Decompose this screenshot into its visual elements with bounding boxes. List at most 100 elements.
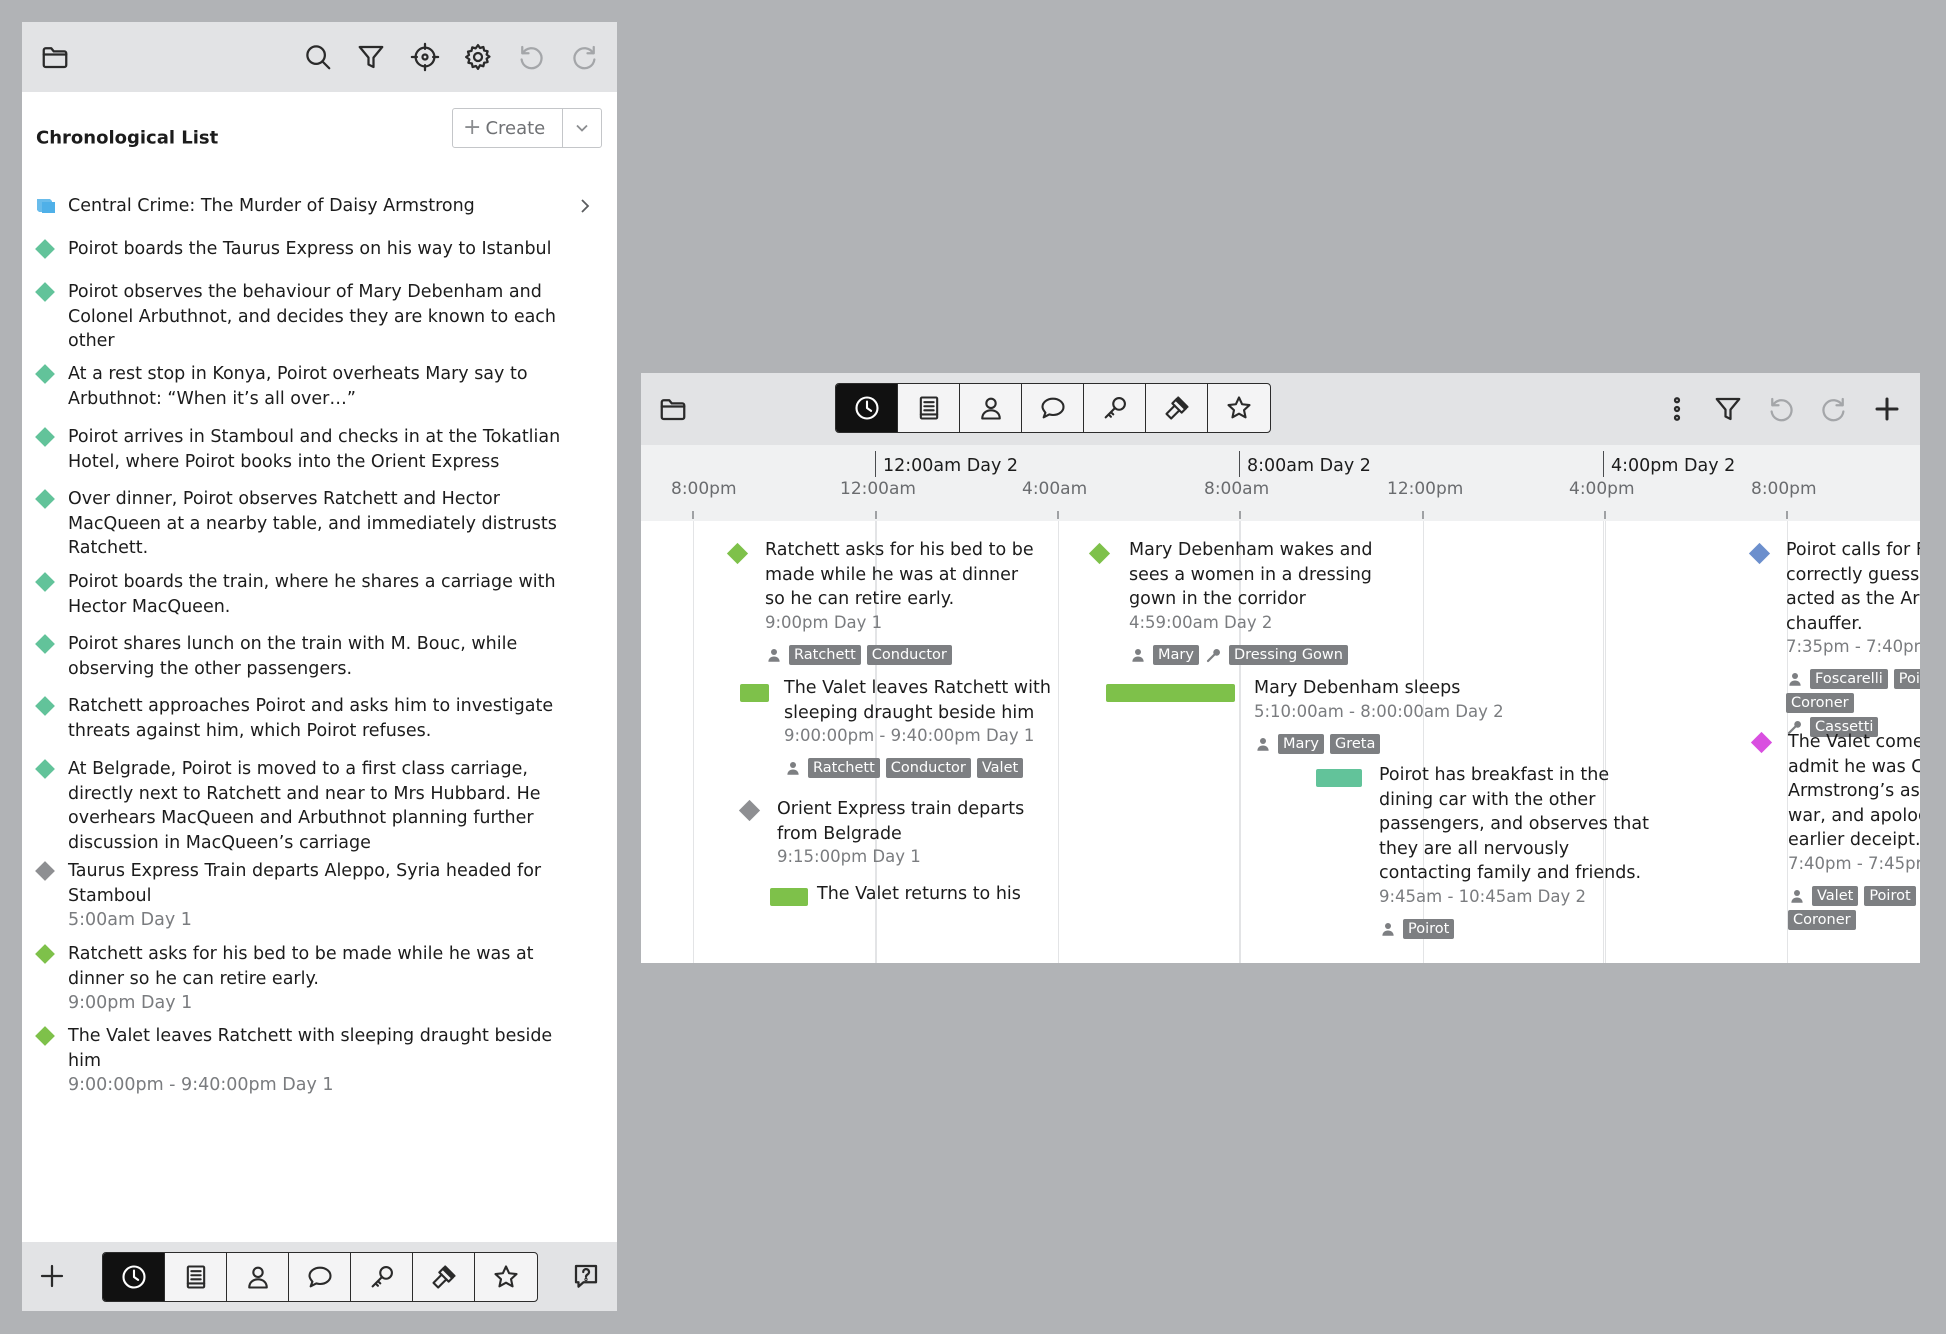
- event-title: Mary Debenham sleeps: [1254, 678, 1461, 698]
- minor-tick: [1057, 511, 1059, 519]
- book-icon: [915, 394, 943, 422]
- folder-icon[interactable]: [653, 389, 693, 429]
- event-diamond-icon[interactable]: [738, 799, 761, 822]
- tab-speech-bubble-icon[interactable]: [1022, 384, 1084, 432]
- character-tag[interactable]: Poirot: [1864, 885, 1916, 906]
- help-icon[interactable]: [566, 1256, 606, 1296]
- event-time: 9:45am - 10:45am Day 2: [1379, 886, 1586, 906]
- chevron-down-icon[interactable]: [563, 120, 601, 136]
- tab-gavel-icon[interactable]: [1146, 384, 1208, 432]
- story-arc-icon: [34, 196, 58, 216]
- event-tags: Coroner: [1788, 909, 1856, 930]
- character-tag[interactable]: Conductor: [885, 758, 971, 778]
- event-title: Ratchett asks for his bed to be: [765, 540, 1034, 560]
- key-icon: [1101, 394, 1129, 422]
- tab-speech-bubble-icon[interactable]: [289, 1253, 351, 1301]
- character-tag[interactable]: Greta: [1329, 733, 1381, 754]
- person-icon: [1254, 735, 1272, 753]
- plus-icon[interactable]: [32, 1256, 72, 1296]
- event-title: The Valet comes: [1788, 732, 1920, 752]
- filter-icon[interactable]: [351, 37, 391, 77]
- tab-key-icon[interactable]: [351, 1253, 413, 1301]
- timeline-ruler[interactable]: 12:00am Day 2 8:00am Day 2 4:00pm Day 2 8:0…: [641, 445, 1920, 521]
- character-tag[interactable]: Mary: [1153, 644, 1199, 665]
- filter-icon[interactable]: [1708, 389, 1748, 429]
- tab-gavel-icon[interactable]: [413, 1253, 475, 1301]
- person-icon: [1786, 670, 1804, 688]
- list-item-title: Central Crime: The Murder of Daisy Armst…: [68, 196, 475, 216]
- tab-person-icon[interactable]: [960, 384, 1022, 432]
- redo-icon[interactable]: [565, 37, 605, 77]
- event-title: they are all nervously: [1379, 838, 1570, 859]
- event-diamond-icon[interactable]: [1088, 542, 1111, 565]
- minor-time-label: 12:00am: [840, 479, 916, 499]
- redo-icon[interactable]: [1814, 389, 1854, 429]
- list-item-text: At Belgrade, Poirot is moved to a first …: [68, 757, 578, 855]
- bottom-toolbar: [22, 1242, 617, 1311]
- character-tag[interactable]: Poir: [1893, 669, 1920, 689]
- event-duration-bar[interactable]: [740, 684, 769, 702]
- chronological-list: Central Crime: The Murder of Daisy Armst…: [22, 182, 617, 1264]
- character-tag[interactable]: Valet: [976, 758, 1024, 778]
- list-item-time: 9:00:00pm - 9:40:00pm Day 1: [68, 1075, 334, 1095]
- character-tag[interactable]: Ratchett: [789, 644, 861, 665]
- star-icon: [1225, 394, 1253, 422]
- event-diamond-icon[interactable]: [1748, 542, 1771, 565]
- event-duration-bar[interactable]: [770, 888, 808, 906]
- person-icon: [784, 759, 802, 777]
- crosshair-icon[interactable]: [405, 37, 445, 77]
- character-tag[interactable]: Conductor: [866, 644, 952, 665]
- search-icon[interactable]: [298, 37, 338, 77]
- chronological-list-panel: Chronological List + Create Central Crim…: [22, 22, 617, 1311]
- character-tag[interactable]: Foscarelli: [1810, 669, 1888, 689]
- list-item-title: Over dinner, Poirot observes Ratchett an…: [68, 489, 557, 558]
- plus-icon: +: [463, 115, 482, 140]
- tab-person-icon[interactable]: [227, 1253, 289, 1301]
- undo-icon[interactable]: [1761, 389, 1801, 429]
- tab-star-icon[interactable]: [475, 1253, 537, 1301]
- more-vertical-icon[interactable]: [1657, 389, 1697, 429]
- tab-clock-icon[interactable]: [103, 1253, 165, 1301]
- event-diamond-icon[interactable]: [1750, 731, 1773, 754]
- tab-book-icon[interactable]: [165, 1253, 227, 1301]
- character-tag[interactable]: Mary: [1278, 733, 1324, 754]
- list-item-title: The Valet leaves Ratchett with sleeping …: [68, 1026, 553, 1071]
- item-tag[interactable]: Dressing Gown: [1228, 644, 1348, 665]
- tab-star-icon[interactable]: [1208, 384, 1270, 432]
- minor-tick: [1604, 511, 1606, 519]
- character-tag[interactable]: Coroner: [1788, 909, 1856, 930]
- gear-icon[interactable]: [458, 37, 498, 77]
- tab-key-icon[interactable]: [1084, 384, 1146, 432]
- character-tag[interactable]: Valet: [1812, 885, 1859, 906]
- list-item-text: Over dinner, Poirot observes Ratchett an…: [68, 487, 578, 561]
- character-tag[interactable]: Coroner: [1786, 693, 1854, 713]
- character-tag[interactable]: Poirot: [1403, 918, 1455, 939]
- event-tags: FoscarelliPoir: [1786, 669, 1920, 689]
- folder-icon[interactable]: [35, 37, 75, 77]
- major-time-label: 4:00pm Day 2: [1611, 456, 1736, 476]
- event-duration-bar[interactable]: [1106, 684, 1235, 702]
- undo-icon[interactable]: [511, 37, 551, 77]
- create-main-button[interactable]: + Create: [453, 109, 563, 147]
- event-title: Armstrong’s ass: [1788, 781, 1920, 801]
- create-button[interactable]: + Create: [452, 108, 602, 148]
- clock-icon: [853, 394, 881, 422]
- tab-book-icon[interactable]: [898, 384, 960, 432]
- person-icon: [1788, 887, 1806, 905]
- chevron-right-icon[interactable]: [577, 196, 593, 216]
- event-diamond-icon: [35, 634, 55, 654]
- minor-time-label: 12:00pm: [1387, 479, 1464, 499]
- view-tabs: [102, 1252, 538, 1302]
- list-item-text: Poirot observes the behaviour of Mary De…: [68, 280, 578, 354]
- gavel-icon: [1163, 394, 1191, 422]
- tab-clock-icon[interactable]: [836, 384, 898, 432]
- list-item-text: Taurus Express Train departs Aleppo, Syr…: [68, 859, 578, 933]
- plus-icon[interactable]: [1867, 389, 1907, 429]
- timeline-canvas[interactable]: Ratchett asks for his bed to be made whil…: [641, 521, 1920, 963]
- event-diamond-icon[interactable]: [726, 542, 749, 565]
- event-diamond-icon: [35, 364, 55, 384]
- character-tag[interactable]: Ratchett: [808, 758, 880, 778]
- page-title: Chronological List: [36, 127, 219, 149]
- event-tags: Coroner: [1786, 693, 1854, 713]
- event-duration-bar[interactable]: [1316, 769, 1362, 787]
